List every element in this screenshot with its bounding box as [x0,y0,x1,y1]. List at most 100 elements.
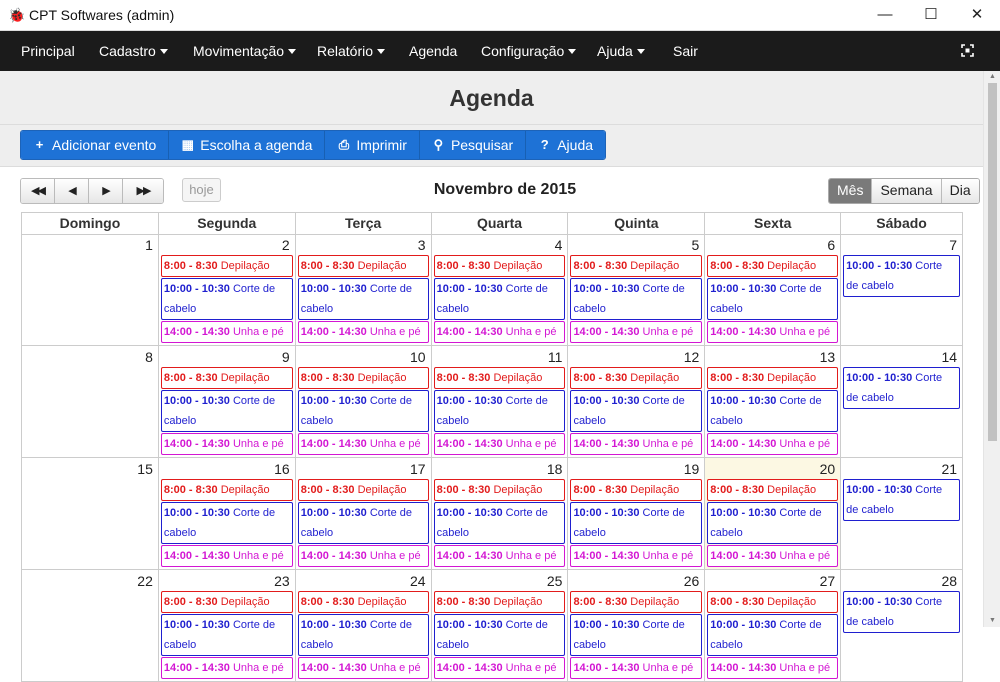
day-cell[interactable]: 1 [22,234,159,346]
prev-year-button[interactable]: ◀◀ [21,179,55,203]
calendar-event[interactable]: 10:00 - 10:30 Corte de cabelo [433,502,566,544]
day-cell[interactable]: 15 [22,458,159,570]
calendar-event[interactable]: 10:00 - 10:30 Corte de cabelo [570,278,703,320]
calendar-event[interactable]: 10:00 - 10:30 Corte de cabelo [297,614,429,656]
day-cell[interactable]: 5 8:00 - 8:30 Depilação 10:00 - 10:30 Cort… [568,234,706,346]
calendar-event[interactable]: 8:00 - 8:30 Depilação [433,255,566,277]
calendar-event[interactable]: 14:00 - 14:30 Unha e pé [570,657,703,679]
calendar-event[interactable]: 14:00 - 14:30 Unha e pé [707,433,839,455]
day-cell[interactable]: 13 8:00 - 8:30 Depilação 10:00 - 10:30 Cor… [705,346,842,458]
day-cell[interactable]: 28 10:00 - 10:30 Corte de cabelo [841,570,964,682]
calendar-event[interactable]: 10:00 - 10:30 Corte de cabelo [160,502,293,544]
help-button[interactable]: ? Ajuda [526,131,606,159]
calendar-event[interactable]: 8:00 - 8:30 Depilação [297,591,429,613]
calendar-event[interactable]: 14:00 - 14:30 Unha e pé [570,545,703,567]
calendar-event[interactable]: 14:00 - 14:30 Unha e pé [707,545,839,567]
calendar-event[interactable]: 14:00 - 14:30 Unha e pé [707,321,839,343]
calendar-event[interactable]: 8:00 - 8:30 Depilação [433,591,566,613]
day-cell[interactable]: 27 8:00 - 8:30 Depilação 10:00 - 10:30 Cor… [705,570,842,682]
scrollbar-thumb[interactable] [988,83,997,441]
day-cell[interactable]: 19 8:00 - 8:30 Depilação 10:00 - 10:30 Cor… [568,458,706,570]
calendar-event[interactable]: 14:00 - 14:30 Unha e pé [570,433,703,455]
choose-agenda-button[interactable]: ▦ Escolha a agenda [169,131,326,159]
day-cell[interactable]: 18 8:00 - 8:30 Depilação 10:00 - 10:30 Cor… [431,458,569,570]
calendar-event[interactable]: 14:00 - 14:30 Unha e pé [297,321,429,343]
nav-item-principal[interactable]: Principal [21,31,75,71]
calendar-event[interactable]: 10:00 - 10:30 Corte de cabelo [707,390,839,432]
calendar-event[interactable]: 10:00 - 10:30 Corte de cabelo [160,390,293,432]
day-cell[interactable]: 9 8:00 - 8:30 Depilação 10:00 - 10:30 Cort… [158,346,296,458]
calendar-event[interactable]: 8:00 - 8:30 Depilação [433,367,566,389]
calendar-event[interactable]: 14:00 - 14:30 Unha e pé [297,545,429,567]
day-cell[interactable]: 17 8:00 - 8:30 Depilação 10:00 - 10:30 Cor… [295,458,432,570]
nav-item-configuracao[interactable]: Configuração [481,31,577,71]
day-cell[interactable]: 25 8:00 - 8:30 Depilação 10:00 - 10:30 Cor… [431,570,569,682]
day-cell[interactable]: 11 8:00 - 8:30 Depilação 10:00 - 10:30 Cor… [431,346,569,458]
calendar-event[interactable]: 14:00 - 14:30 Unha e pé [570,321,703,343]
calendar-event[interactable]: 14:00 - 14:30 Unha e pé [707,657,839,679]
day-view-button[interactable]: Dia [941,179,979,203]
scroll-up-arrow-icon[interactable]: ▲ [984,71,1000,83]
nav-item-sair[interactable]: Sair [673,31,698,71]
calendar-event[interactable]: 8:00 - 8:30 Depilação [160,591,293,613]
calendar-event[interactable]: 8:00 - 8:30 Depilação [160,479,293,501]
today-button[interactable]: hoje [182,178,221,202]
calendar-event[interactable]: 10:00 - 10:30 Corte de cabelo [297,390,429,432]
calendar-event[interactable]: 10:00 - 10:30 Corte de cabelo [570,390,703,432]
calendar-event[interactable]: 14:00 - 14:30 Unha e pé [297,433,429,455]
calendar-event[interactable]: 10:00 - 10:30 Corte de cabelo [707,502,839,544]
calendar-event[interactable]: 14:00 - 14:30 Unha e pé [433,657,566,679]
calendar-event[interactable]: 8:00 - 8:30 Depilação [570,255,703,277]
calendar-event[interactable]: 10:00 - 10:30 Corte de cabelo [570,614,703,656]
calendar-event[interactable]: 10:00 - 10:30 Corte de cabelo [160,614,293,656]
add-event-button[interactable]: + Adicionar evento [21,131,170,159]
day-cell[interactable]: 10 8:00 - 8:30 Depilação 10:00 - 10:30 Cor… [295,346,432,458]
calendar-event[interactable]: 10:00 - 10:30 Corte de cabelo [707,614,839,656]
day-cell[interactable]: 7 10:00 - 10:30 Corte de cabelo [841,234,964,346]
day-cell[interactable]: 20 8:00 - 8:30 Depilação 10:00 - 10:30 Cor… [705,458,842,570]
calendar-event[interactable]: 10:00 - 10:30 Corte de cabelo [843,479,961,521]
calendar-event[interactable]: 10:00 - 10:30 Corte de cabelo [433,278,566,320]
calendar-event[interactable]: 8:00 - 8:30 Depilação [707,367,839,389]
calendar-event[interactable]: 8:00 - 8:30 Depilação [707,591,839,613]
close-button[interactable]: ✕ [954,0,1000,31]
day-cell[interactable]: 23 8:00 - 8:30 Depilação 10:00 - 10:30 Cor… [158,570,296,682]
day-cell[interactable]: 16 8:00 - 8:30 Depilação 10:00 - 10:30 Cor… [158,458,296,570]
calendar-event[interactable]: 14:00 - 14:30 Unha e pé [433,545,566,567]
calendar-event[interactable]: 10:00 - 10:30 Corte de cabelo [843,255,961,297]
calendar-event[interactable]: 10:00 - 10:30 Corte de cabelo [707,278,839,320]
calendar-event[interactable]: 10:00 - 10:30 Corte de cabelo [570,502,703,544]
nav-item-relatorio[interactable]: Relatório [317,31,386,71]
calendar-event[interactable]: 14:00 - 14:30 Unha e pé [297,657,429,679]
day-cell[interactable]: 2 8:00 - 8:30 Depilação 10:00 - 10:30 Cort… [158,234,296,346]
day-cell[interactable]: 8 [22,346,159,458]
next-month-button[interactable]: ▶ [89,179,123,203]
search-button[interactable]: ⚲ Pesquisar [419,131,527,159]
minimize-button[interactable]: — [862,0,908,31]
day-cell[interactable]: 24 8:00 - 8:30 Depilação 10:00 - 10:30 Cor… [295,570,432,682]
calendar-event[interactable]: 10:00 - 10:30 Corte de cabelo [433,614,566,656]
day-cell[interactable]: 14 10:00 - 10:30 Corte de cabelo [841,346,964,458]
month-view-button[interactable]: Mês [829,179,873,203]
fullscreen-icon[interactable] [961,44,974,57]
day-cell[interactable]: 4 8:00 - 8:30 Depilação 10:00 - 10:30 Cort… [431,234,569,346]
calendar-event[interactable]: 8:00 - 8:30 Depilação [707,255,839,277]
calendar-event[interactable]: 10:00 - 10:30 Corte de cabelo [297,502,429,544]
day-cell[interactable]: 3 8:00 - 8:30 Depilação 10:00 - 10:30 Cort… [295,234,432,346]
calendar-event[interactable]: 10:00 - 10:30 Corte de cabelo [297,278,429,320]
next-year-button[interactable]: ▶▶ [123,179,163,203]
calendar-event[interactable]: 10:00 - 10:30 Corte de cabelo [843,367,961,409]
calendar-event[interactable]: 8:00 - 8:30 Depilação [160,255,293,277]
nav-item-agenda[interactable]: Agenda [409,31,457,71]
calendar-event[interactable]: 8:00 - 8:30 Depilação [433,479,566,501]
nav-item-movimentacao[interactable]: Movimentação [193,31,297,71]
calendar-event[interactable]: 14:00 - 14:30 Unha e pé [433,433,566,455]
calendar-event[interactable]: 8:00 - 8:30 Depilação [570,591,703,613]
day-cell[interactable]: 26 8:00 - 8:30 Depilação 10:00 - 10:30 Cor… [568,570,706,682]
calendar-event[interactable]: 8:00 - 8:30 Depilação [297,367,429,389]
day-cell[interactable]: 6 8:00 - 8:30 Depilação 10:00 - 10:30 Cort… [705,234,842,346]
calendar-event[interactable]: 14:00 - 14:30 Unha e pé [160,657,293,679]
calendar-event[interactable]: 14:00 - 14:30 Unha e pé [433,321,566,343]
week-view-button[interactable]: Semana [872,179,942,203]
calendar-event[interactable]: 8:00 - 8:30 Depilação [707,479,839,501]
